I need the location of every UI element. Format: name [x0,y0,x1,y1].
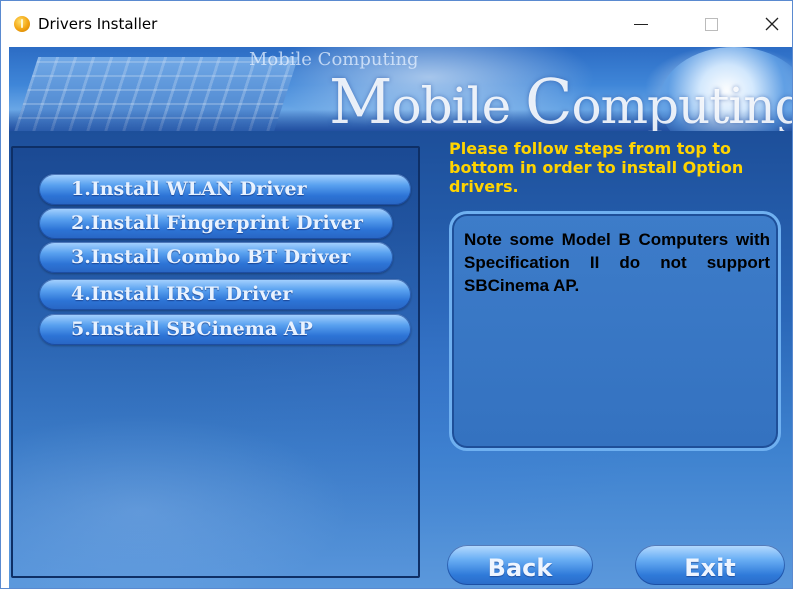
driver-list-panel: 1.Install WLAN Driver 2.Install Fingerpr… [11,146,420,578]
minimize-button[interactable] [618,1,664,47]
window-title: Drivers Installer [38,15,158,33]
maximize-icon [704,17,718,31]
drivers-installer-window: Drivers Installer Mobile Computing Mobil… [0,0,793,589]
install-sbcinema-ap-button[interactable]: 5.Install SBCinema AP [39,314,411,345]
note-box: Note some Model B Computers with Specifi… [449,211,781,451]
install-irst-driver-button[interactable]: 4.Install IRST Driver [39,279,411,310]
back-button[interactable]: Back [447,545,593,585]
exit-button[interactable]: Exit [635,545,785,585]
close-icon [765,17,779,31]
minimize-icon [634,23,648,25]
title-bar[interactable]: Drivers Installer [1,1,792,47]
install-fingerprint-driver-button[interactable]: 2.Install Fingerprint Driver [39,208,393,239]
maximize-button[interactable] [688,1,734,47]
instructions-text: Please follow steps from top to bottom i… [449,139,744,196]
header-banner: Mobile Computing Mobile Computing [9,47,792,131]
main-area: 1.Install WLAN Driver 2.Install Fingerpr… [9,131,792,588]
note-text: Note some Model B Computers with Specifi… [464,230,770,295]
info-circle-icon [14,16,30,32]
close-button[interactable] [749,1,793,47]
banner-big-title: Mobile Computing [329,65,792,131]
install-combo-bt-driver-button[interactable]: 3.Install Combo BT Driver [39,242,393,273]
install-wlan-driver-button[interactable]: 1.Install WLAN Driver [39,174,411,205]
